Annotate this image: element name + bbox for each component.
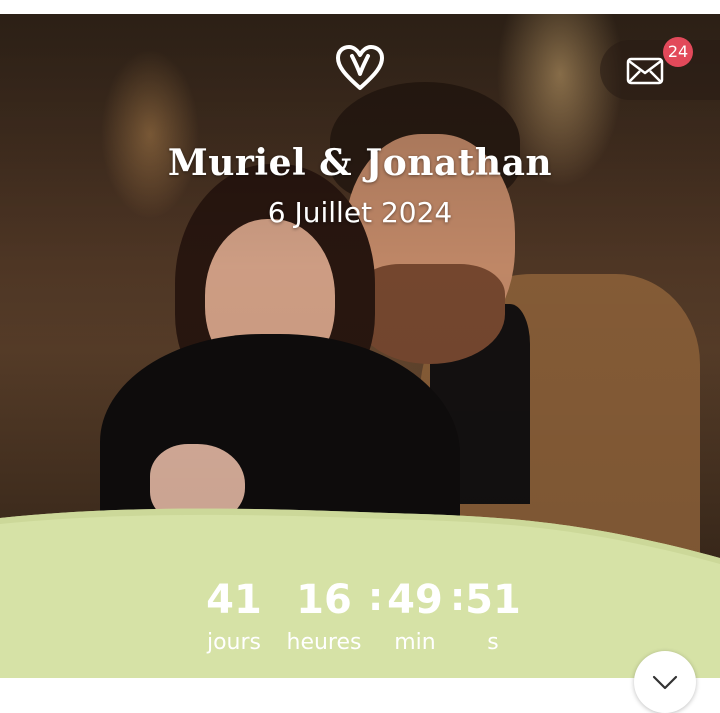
countdown-days-label: jours	[206, 630, 262, 655]
top-bar	[0, 0, 720, 14]
couple-names-title: Muriel & Jonathan	[167, 142, 553, 184]
notification-badge: 24	[663, 37, 693, 67]
hero-photo	[0, 14, 720, 574]
scroll-down-button[interactable]	[634, 651, 696, 713]
heart-icon	[336, 45, 384, 90]
chevron-down-icon	[652, 675, 678, 690]
envelope-icon[interactable]	[626, 56, 664, 86]
countdown-days-value: 41	[206, 577, 262, 623]
wedding-date: 6 Juillet 2024	[267, 196, 453, 229]
countdown-seconds-label: s	[487, 630, 499, 655]
countdown-hours-label: heures	[286, 630, 362, 655]
countdown-seconds-value: 51	[465, 577, 521, 623]
countdown-hours-value: 16	[296, 577, 352, 623]
bottom-strip	[0, 678, 720, 700]
